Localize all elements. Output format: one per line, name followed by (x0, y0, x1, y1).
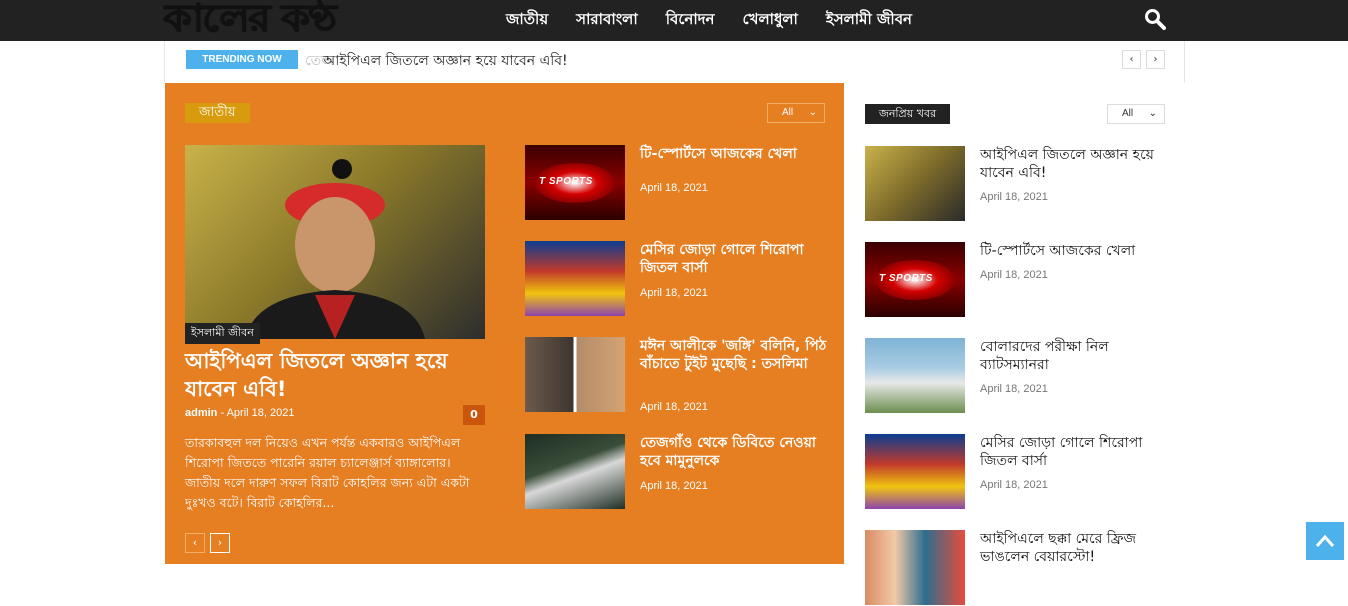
top-navbar: কালের কণ্ঠ জাতীয় সারাবাংলা বিনোদন খেলাধ… (0, 0, 1348, 41)
featured-meta: admin - April 18, 2021 (185, 407, 294, 419)
filter-select[interactable]: All ⌄ (767, 103, 825, 123)
chevron-down-icon: ⌄ (1148, 108, 1157, 119)
sidebar-item-title[interactable]: আইপিএলে ছক্কা মেরে ফ্রিজ ভাঙলেন বেয়ারস্… (980, 530, 1170, 566)
featured-excerpt: তারকাবহুল দল নিয়েও এখন পর্যন্ত একবারও আ… (185, 435, 470, 510)
list-item-date: April 18, 2021 (640, 287, 708, 299)
nav-item-entertainment[interactable]: বিনোদন (652, 0, 729, 41)
article-thumbnail[interactable] (525, 434, 625, 509)
sidebar-item-title[interactable]: বোলারদের পরীক্ষা নিল ব্যাটসম্যানরা (980, 338, 1170, 374)
logo-text: কালের কণ্ঠ (163, 0, 337, 40)
tsports-logo-text: T SPORTS (539, 176, 593, 187)
list-item-title[interactable]: মঈন আলীকে 'জঙ্গি' বলিনি, পিঠ বাঁচাতে টুই… (640, 337, 830, 373)
list-item-title[interactable]: তেজগাঁও থেকে ডিবিতে নেওয়া হবে মামুনুলকে (640, 434, 830, 470)
search-icon[interactable] (1144, 8, 1166, 30)
trending-badge: TRENDING NOW (186, 50, 298, 69)
tsports-logo-text: T SPORTS (879, 273, 933, 284)
chevron-down-icon: ⌄ (808, 107, 817, 118)
sidebar-list-item[interactable]: বোলারদের পরীক্ষা নিল ব্যাটসম্যানরা April… (865, 338, 1165, 414)
block-prev-button[interactable]: ‹ (185, 533, 205, 553)
list-item-title[interactable]: টি-স্পোর্টসে আজকের খেলা (640, 145, 830, 163)
sidebar-list-item[interactable]: আইপিএল জিতলে অজ্ঞান হয়ে যাবেন এবি! Apri… (865, 146, 1165, 222)
trending-headline[interactable]: আইপিএল জিতলে অজ্ঞান হয়ে যাবেন এবি! (323, 49, 568, 73)
sidebar-list-item[interactable]: T SPORTS টি-স্পোর্টসে আজকের খেলা April 1… (865, 242, 1165, 318)
article-thumbnail[interactable]: T SPORTS (865, 242, 965, 317)
list-item-title[interactable]: মেসির জোড়া গোলে শিরোপা জিতল বার্সা (640, 241, 830, 277)
filter-select-value: All (782, 107, 794, 118)
list-item-date: April 18, 2021 (640, 401, 708, 413)
article-thumbnail[interactable] (865, 434, 965, 509)
list-item[interactable]: T SPORTS টি-স্পোর্টসে আজকের খেলা April 1… (525, 145, 825, 221)
nav-item-islamic-life[interactable]: ইসলামী জীবন (812, 0, 926, 41)
sidebar-list-item[interactable]: আইপিএলে ছক্কা মেরে ফ্রিজ ভাঙলেন বেয়ারস্… (865, 530, 1165, 606)
article-thumbnail[interactable] (525, 337, 625, 412)
nav-item-sports[interactable]: খেলাধুলা (729, 0, 812, 41)
comment-count-badge[interactable]: 0 (463, 405, 485, 425)
list-item[interactable]: মঈন আলীকে 'জঙ্গি' বলিনি, পিঠ বাঁচাতে টুই… (525, 337, 826, 413)
trending-prev-button[interactable]: ‹ (1122, 50, 1141, 69)
section-label[interactable]: জাতীয় (185, 103, 250, 123)
sidebar-item-date: April 18, 2021 (980, 191, 1048, 203)
nav-item-country[interactable]: সারাবাংলা (562, 0, 652, 41)
national-news-block: জাতীয় All ⌄ ইসলামী জীবন আইপিএল জিতলে অজ… (165, 83, 844, 564)
list-item-date: April 18, 2021 (640, 480, 708, 492)
featured-date: April 18, 2021 (226, 407, 295, 419)
trending-next-button[interactable]: › (1146, 50, 1165, 69)
sidebar-item-title[interactable]: টি-স্পোর্টসে আজকের খেলা (980, 242, 1170, 260)
featured-title[interactable]: আইপিএল জিতলে অজ্ঞান হয়ে যাবেন এবি! (185, 347, 485, 403)
meta-separator: - (220, 407, 225, 419)
article-thumbnail[interactable]: T SPORTS (525, 145, 625, 220)
sidebar-filter-value: All (1122, 108, 1134, 119)
list-item[interactable]: তেজগাঁও থেকে ডিবিতে নেওয়া হবে মামুনুলকে… (525, 434, 825, 510)
sidebar-filter-select[interactable]: All ⌄ (1107, 104, 1165, 124)
arrow-up-icon[interactable] (1306, 522, 1344, 560)
sidebar-item-title[interactable]: মেসির জোড়া গোলে শিরোপা জিতল বার্সা (980, 434, 1170, 470)
list-item[interactable]: মেসির জোড়া গোলে শিরোপা জিতল বার্সা Apri… (525, 241, 825, 317)
list-item-date: April 18, 2021 (640, 182, 708, 194)
trending-bar: TRENDING NOW তেজ আইপিএল জিতলে অজ্ঞান হয়… (164, 41, 1185, 83)
sidebar-item-date: April 18, 2021 (980, 269, 1048, 281)
article-thumbnail[interactable] (525, 241, 625, 316)
player-photo-illustration (245, 159, 425, 339)
nav-item-national[interactable]: জাতীয় (492, 0, 562, 41)
featured-author[interactable]: admin (185, 407, 217, 419)
sidebar-item-date: April 18, 2021 (980, 479, 1048, 491)
sidebar-item-title[interactable]: আইপিএল জিতলে অজ্ঞান হয়ে যাবেন এবি! (980, 146, 1170, 182)
featured-image[interactable] (185, 145, 485, 339)
main-nav: জাতীয় সারাবাংলা বিনোদন খেলাধুলা ইসলামী … (492, 0, 926, 41)
article-thumbnail[interactable] (865, 146, 965, 221)
site-logo[interactable]: কালের কণ্ঠ (163, 0, 368, 41)
sidebar-item-date: April 18, 2021 (980, 383, 1048, 395)
article-thumbnail[interactable] (865, 338, 965, 413)
block-next-button[interactable]: › (210, 533, 230, 553)
article-thumbnail[interactable] (865, 530, 965, 605)
sidebar-section-label[interactable]: জনপ্রিয় খবর (865, 104, 951, 124)
featured-category[interactable]: ইসলামী জীবন (185, 323, 260, 344)
sidebar-list-item[interactable]: মেসির জোড়া গোলে শিরোপা জিতল বার্সা Apri… (865, 434, 1165, 510)
